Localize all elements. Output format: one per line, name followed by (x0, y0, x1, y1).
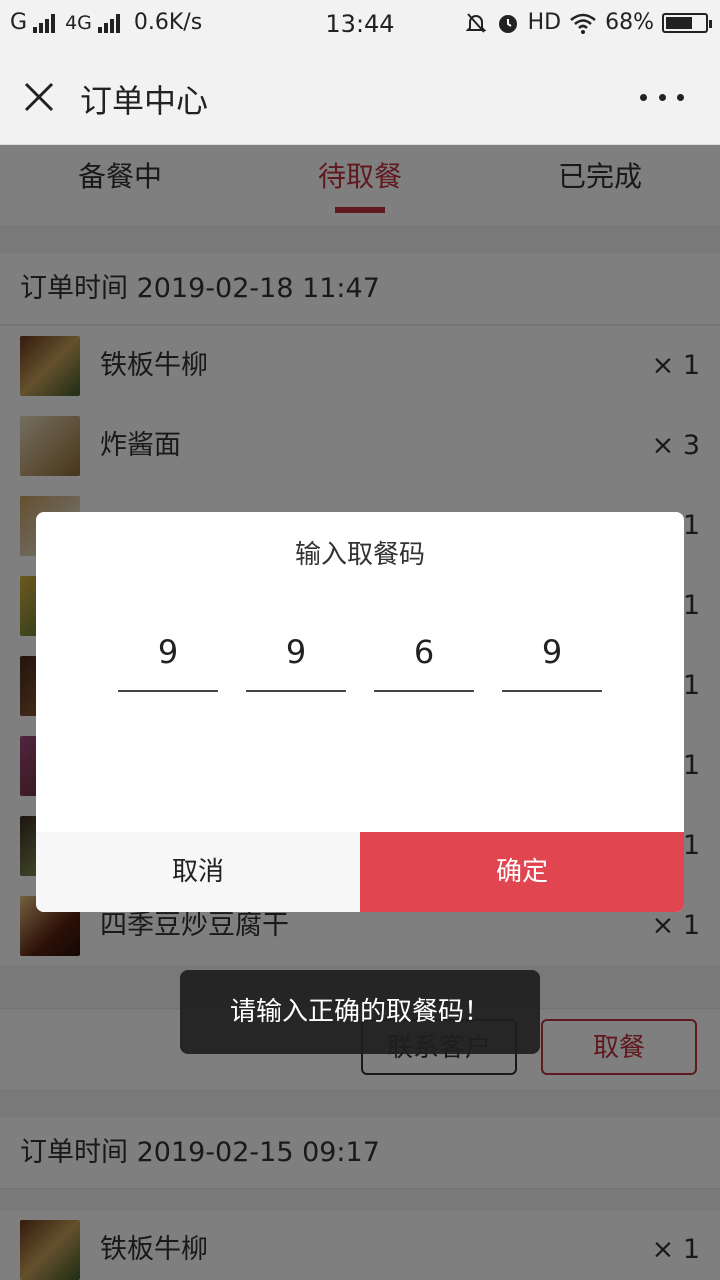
mute-bell-icon (465, 12, 487, 33)
code-digit-input[interactable]: 9 (246, 622, 346, 692)
code-digit-input[interactable]: 9 (118, 622, 218, 692)
status-bar: G 4G 0.6K/s 13:44 HD 68% (0, 0, 720, 50)
battery-icon (662, 12, 712, 33)
code-digit-input[interactable]: 9 (502, 622, 602, 692)
dialog-title: 输入取餐码 (294, 540, 425, 570)
close-icon[interactable] (22, 80, 56, 114)
code-digit-input[interactable]: 6 (374, 622, 474, 692)
cancel-button[interactable]: 取消 (36, 832, 360, 912)
battery-percent: 68% (605, 10, 654, 35)
status-right: HD 68% (464, 10, 712, 35)
alarm-icon (498, 14, 517, 33)
hd-label: HD (527, 10, 562, 35)
nav-bar: 订单中心 (0, 50, 720, 145)
wifi-icon (570, 13, 596, 34)
pickup-code-dialog: 输入取餐码 9 9 6 9 取消 确定 (36, 512, 684, 912)
confirm-button[interactable]: 确定 (360, 832, 684, 912)
error-toast: 请输入正确的取餐码！ (180, 970, 540, 1054)
more-icon[interactable] (640, 90, 684, 104)
page-title: 订单中心 (80, 82, 209, 120)
